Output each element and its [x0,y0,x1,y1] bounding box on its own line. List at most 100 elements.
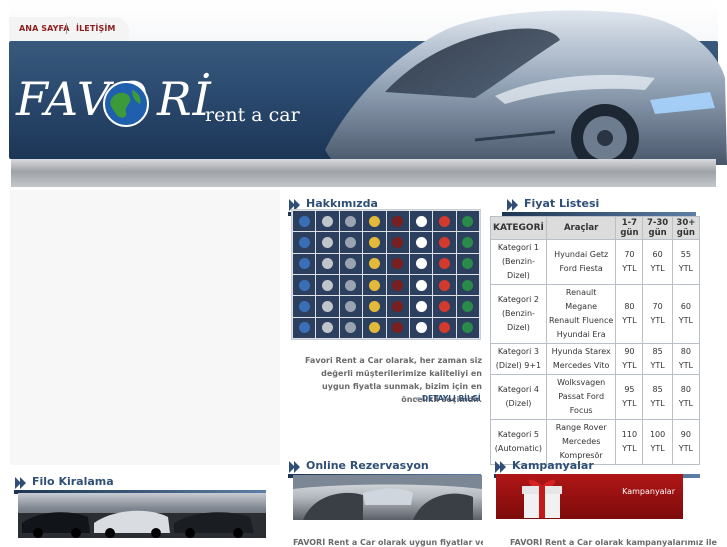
price-30plus-cell: 55 YTL [671,239,701,285]
brand-logo-icon [368,279,380,291]
brand-logo-icon [322,236,334,248]
brand-logo-cell [433,296,456,317]
brand-logo-cell [316,211,339,232]
brand-logo-cell [293,211,316,232]
brand-logo-cell [386,296,409,317]
brand-logo-icon [298,258,310,270]
brand-logo-icon [322,300,334,312]
brand-logo-cell [363,253,386,274]
brand-logo-icon [345,300,357,312]
table-row: Kategori 2 (Benzin-Dizel) Renault Megane… [490,284,701,344]
price-30plus-cell: 80 YTL [671,343,701,375]
brand-logo-cell [363,211,386,232]
price-1-7-cell: 80 YTL [615,284,644,344]
price-7-30-cell: 100 YTL [642,419,673,465]
fleet-title: Filo Kiralama [32,475,114,488]
brand-logo-cell [339,253,363,274]
brand-logo-icon [392,279,404,291]
price-1-7-cell: 110 YTL [615,419,644,465]
brand-logo-icon [438,300,450,312]
brand-logo-cell [293,232,316,253]
brand-logo-icon [368,258,380,270]
brand-logo-cell [386,275,409,296]
gift-box-icon [522,479,562,518]
brand-logo-cell [339,296,363,317]
nav-home-link[interactable]: ANA SAYFA [19,24,69,33]
col-header-1-7: 1-7 gün [615,216,644,240]
brand-logo-cell [386,211,409,232]
price-30plus-cell: 80 YTL [671,374,701,420]
brand-logo-cell [293,275,316,296]
brand-logo-icon [368,215,380,227]
brand-logo-cell [409,211,433,232]
campaign-title: Kampanyalar [512,459,594,472]
brand-logo-cell [386,253,409,274]
brand-logo-icon [415,279,427,291]
brand-logo-cell [409,253,433,274]
brand-logo-cell [409,275,433,296]
car-brand-logos [291,209,481,340]
brand-logo-cell [386,232,409,253]
brand-logo-cell [456,296,479,317]
brand-logo-icon [392,215,404,227]
brand-logo-cell [433,317,456,338]
brand-logo-cell [339,211,363,232]
brand-logo-cell [293,253,316,274]
col-header-30plus: 30+ gün [671,216,701,240]
brand-logo-icon [392,258,404,270]
col-header-cars: Araçlar [545,216,617,240]
brand-logo-cell [293,317,316,338]
brand-logo-cell [316,275,339,296]
brand-logo-cell [339,317,363,338]
price-table-header-row: KATEGORİ Araçlar 1-7 gün 7-30 gün 30+ gü… [490,216,701,240]
price-30plus-cell: 90 YTL [671,419,701,465]
brand-logo-cell [363,296,386,317]
price-1-7-cell: 70 YTL [615,239,644,285]
brand-logo-icon [322,322,334,334]
brand-logo-cell [363,232,386,253]
table-row: Kategori 5 (Automatic) Range Rover Merce… [490,419,701,465]
campaign-banner[interactable]: Kampanyalar [496,474,683,519]
globe-icon [103,81,149,127]
brand-logo-icon [298,322,310,334]
brand-logo-icon [415,322,427,334]
section-arrow-icon [507,199,518,211]
about-more-label: DETAYLI BİLGİ [421,394,481,403]
brand-logo-cell [456,253,479,274]
brand-logo-icon [438,258,450,270]
section-arrow-icon [289,461,300,473]
brand-logo-cell [316,253,339,274]
logo-text-part2: Rİ [157,72,212,126]
brand-logo-icon [462,279,474,291]
about-more-link[interactable]: » DETAYLI BİLGİ [415,394,481,403]
reservation-description: FAVORİ Rent a Car olarak uygun fiyatlar … [293,538,483,547]
nav-separator [66,23,67,34]
table-row: Kategori 1 (Benzin-Dizel) Hyundai Getz F… [490,239,701,285]
price-30plus-cell: 60 YTL [671,284,701,344]
price-7-30-cell: 85 YTL [642,343,673,375]
brand-logo-icon [415,236,427,248]
brand-logo-cell [433,232,456,253]
brand-logo-icon [438,236,450,248]
brand-logo-icon [415,215,427,227]
car-interior-illustration [293,475,482,520]
brand-logo-cell [363,317,386,338]
brand-logo-icon [298,279,310,291]
price-1-7-cell: 95 YTL [615,374,644,420]
brand-logo-icon [438,279,450,291]
brand-logo-icon [438,322,450,334]
fleet-image[interactable] [18,493,266,538]
brand-logo-icon [322,258,334,270]
double-chevron-icon: » [415,394,420,403]
header-divider-strip [11,159,716,187]
category-cell: Kategori 4 (Dizel) [490,374,547,420]
nav-contact-link[interactable]: İLETİŞİM [76,24,115,33]
reservation-image[interactable] [293,475,482,520]
brand-logo-cell [456,275,479,296]
brand-logo-cell [316,232,339,253]
brand-logo-icon [345,236,357,248]
brand-logo-cell [409,296,433,317]
section-arrow-icon [495,461,506,473]
brand-logo-icon [368,300,380,312]
brand-logo-icon [368,236,380,248]
